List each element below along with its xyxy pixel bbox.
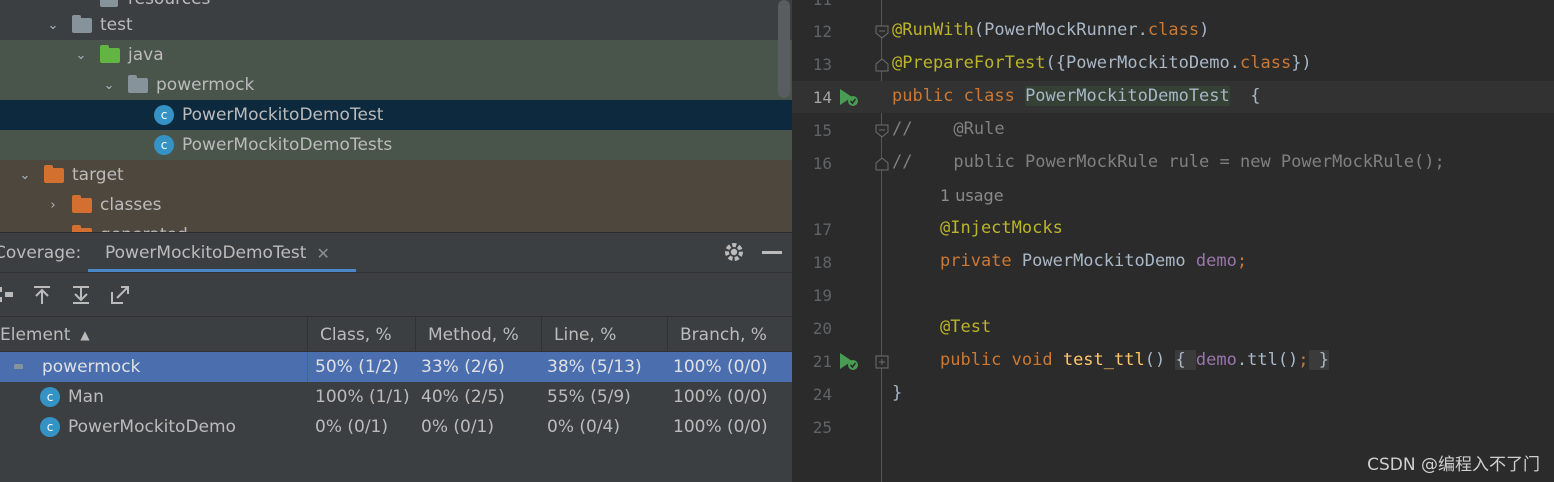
gear-icon[interactable] [722, 240, 746, 264]
element-name: Man [68, 387, 104, 407]
code-line-17: @InjectMocks [940, 218, 1063, 238]
expand-fold-icon[interactable] [875, 354, 889, 369]
line-number: 14 [812, 88, 832, 107]
column-header-element[interactable]: Element ▲ [0, 317, 308, 353]
fold-marker-icon[interactable] [875, 123, 889, 138]
column-header-line[interactable]: Line, % [542, 317, 668, 353]
column-header-class[interactable]: Class, % [308, 317, 416, 353]
code-editor[interactable]: 11 12 13 14 15 16 17 18 19 20 21 24 25 @… [792, 0, 1554, 482]
class-icon: c [40, 387, 60, 407]
class-coverage: 100% (1/1) [315, 387, 410, 407]
generate-report-up-icon[interactable] [29, 282, 55, 308]
line-number: 17 [812, 220, 832, 239]
line-number: 12 [812, 22, 832, 41]
line-number: 19 [812, 286, 832, 305]
code-line-14: public class PowerMockitoDemoTest { [892, 86, 1261, 106]
watermark: CSDN @编程入不了门 [1367, 455, 1540, 475]
line-number: 16 [812, 154, 832, 173]
excluded-folder-icon [72, 194, 94, 214]
column-header-branch[interactable]: Branch, % [668, 317, 792, 353]
tree-item-target[interactable]: ⌄ target [0, 160, 792, 190]
table-row[interactable]: c Man 100% (1/1) 40% (2/5) 55% (5/9) 100… [0, 382, 792, 412]
sort-ascending-icon: ▲ [80, 328, 90, 342]
coverage-toolbar [0, 272, 792, 316]
generate-report-down-icon[interactable] [68, 282, 94, 308]
chevron-down-icon[interactable]: ⌄ [16, 168, 34, 183]
code-line-21: public void test_ttl() { demo.ttl(); } [940, 350, 1330, 370]
code-line-15: // @Rule [892, 119, 1005, 139]
line-number: 21 [812, 352, 832, 371]
export-icon[interactable] [107, 282, 133, 308]
line-coverage: 38% (5/13) [547, 357, 642, 377]
fold-marker-icon[interactable] [875, 57, 889, 72]
line-number: 25 [812, 418, 832, 437]
resources-folder-icon [100, 0, 122, 8]
line-number: 15 [812, 121, 832, 140]
method-coverage: 40% (2/5) [421, 387, 505, 407]
branch-coverage: 100% (0/0) [673, 387, 768, 407]
left-pane: resources ⌄ test ⌄ java ⌄ powermock c Po… [0, 0, 792, 482]
line-coverage: 0% (0/4) [547, 417, 620, 437]
minimize-icon[interactable] [762, 251, 782, 254]
fold-marker-icon[interactable] [875, 24, 889, 39]
class-coverage: 50% (1/2) [315, 357, 399, 377]
line-number: 13 [812, 55, 832, 74]
table-row[interactable]: c PowerMockitoDemo 0% (0/1) 0% (0/1) 0% … [0, 412, 792, 442]
line-coverage: 55% (5/9) [547, 387, 631, 407]
run-test-icon[interactable] [836, 350, 860, 372]
project-tree: resources ⌄ test ⌄ java ⌄ powermock c Po… [0, 0, 792, 232]
class-icon: c [40, 417, 60, 437]
code-line-24: } [892, 383, 903, 403]
tree-item-powermockitodemotests[interactable]: c PowerMockitoDemoTests [0, 130, 792, 160]
flatten-packages-icon[interactable] [0, 282, 16, 308]
tree-item-powermockitodemotest[interactable]: c PowerMockitoDemoTest [0, 100, 792, 130]
class-coverage: 0% (0/1) [315, 417, 388, 437]
element-name: PowerMockitoDemo [68, 417, 236, 437]
tree-item-powermock[interactable]: ⌄ powermock [0, 70, 792, 100]
tree-item-generated[interactable]: › generated [0, 220, 792, 232]
chevron-right-icon[interactable]: › [44, 198, 62, 213]
chevron-down-icon[interactable]: ⌄ [44, 18, 62, 33]
coverage-title: Coverage: [0, 242, 82, 263]
branch-coverage: 100% (0/0) [673, 417, 768, 437]
excluded-folder-icon [44, 164, 66, 184]
folder-icon [72, 14, 94, 34]
line-number: 20 [812, 319, 832, 338]
branch-coverage: 100% (0/0) [673, 357, 768, 377]
test-class-icon: c [154, 105, 176, 125]
method-coverage: 0% (0/1) [421, 417, 494, 437]
test-source-folder-icon [100, 44, 122, 64]
coverage-table-header: Element ▲ Class, % Method, % Line, % Bra… [0, 316, 792, 353]
chevron-down-icon[interactable]: ⌄ [100, 78, 118, 93]
tree-item-test[interactable]: ⌄ test [0, 10, 792, 40]
run-test-icon[interactable] [836, 86, 860, 108]
tree-scrollbar[interactable] [778, 0, 790, 98]
tree-item-classes[interactable]: › classes [0, 190, 792, 220]
line-number: 11 [792, 0, 832, 9]
table-row[interactable]: powermock 50% (1/2) 33% (2/6) 38% (5/13)… [0, 352, 792, 382]
chevron-down-icon[interactable]: ⌄ [72, 48, 90, 63]
fold-marker-icon[interactable] [875, 156, 889, 171]
package-icon [128, 74, 150, 94]
code-line-20: @Test [940, 317, 992, 337]
test-class-icon: c [154, 135, 176, 155]
element-name: powermock [42, 357, 141, 377]
close-icon[interactable]: ✕ [316, 244, 329, 263]
column-header-method[interactable]: Method, % [416, 317, 542, 353]
code-line-16: // public PowerMockRule rule = new Power… [892, 152, 1445, 172]
tab-powermockitodemotest[interactable]: PowerMockitoDemoTest ✕ [88, 233, 356, 273]
code-line-18: private PowerMockitoDemo demo; [940, 251, 1248, 271]
tree-item-java[interactable]: ⌄ java [0, 40, 792, 70]
method-coverage: 33% (2/6) [421, 357, 505, 377]
usage-hint[interactable]: 1 usage [940, 186, 1004, 205]
line-number: 18 [812, 253, 832, 272]
tab-label: PowerMockitoDemoTest [105, 243, 307, 263]
code-line-12: @RunWith(PowerMockRunner.class) [892, 20, 1210, 40]
code-line-13: @PrepareForTest({PowerMockitoDemo.class}… [892, 53, 1312, 73]
line-number: 24 [812, 385, 832, 404]
coverage-header: Coverage: PowerMockitoDemoTest ✕ [0, 232, 792, 273]
